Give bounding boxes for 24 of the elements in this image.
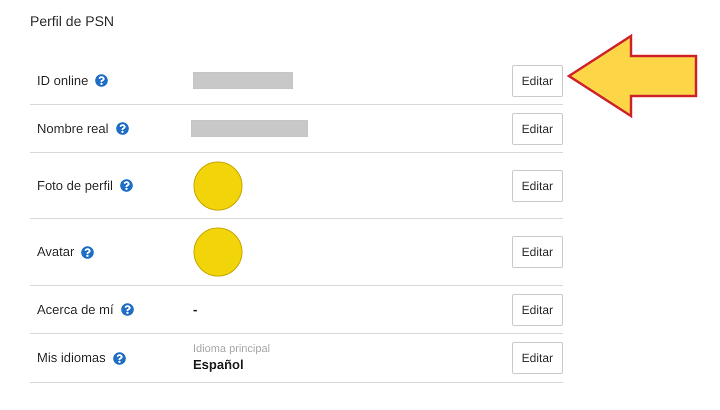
help-icon[interactable] <box>116 122 129 135</box>
help-icon[interactable] <box>112 352 126 364</box>
edit-button[interactable]: Editar <box>512 294 563 326</box>
help-icon[interactable] <box>81 246 94 258</box>
edit-button[interactable]: Editar <box>512 170 563 202</box>
field-label: Mis idiomas <box>37 349 106 368</box>
help-icon[interactable] <box>120 303 134 316</box>
field-label: Foto de perfil <box>37 176 113 195</box>
language-value: Español <box>193 356 245 374</box>
avatar-icon <box>193 160 243 210</box>
edit-button[interactable]: Editar <box>512 342 563 374</box>
field-label: Acerca de mí <box>37 300 114 319</box>
edit-button[interactable]: Editar <box>512 64 563 96</box>
edit-button[interactable]: Editar <box>512 236 563 268</box>
edit-button[interactable]: Editar <box>512 112 563 144</box>
language-caption: Idioma principal <box>193 342 270 356</box>
about-value: - <box>193 300 198 319</box>
avatar-icon <box>193 227 243 277</box>
field-label: Avatar <box>37 243 74 262</box>
field-label: Nombre real <box>37 120 109 138</box>
section-title: Perfil de PSN <box>30 13 114 30</box>
field-label: ID online <box>37 72 88 90</box>
help-icon[interactable] <box>120 179 133 192</box>
help-icon[interactable] <box>95 74 108 87</box>
